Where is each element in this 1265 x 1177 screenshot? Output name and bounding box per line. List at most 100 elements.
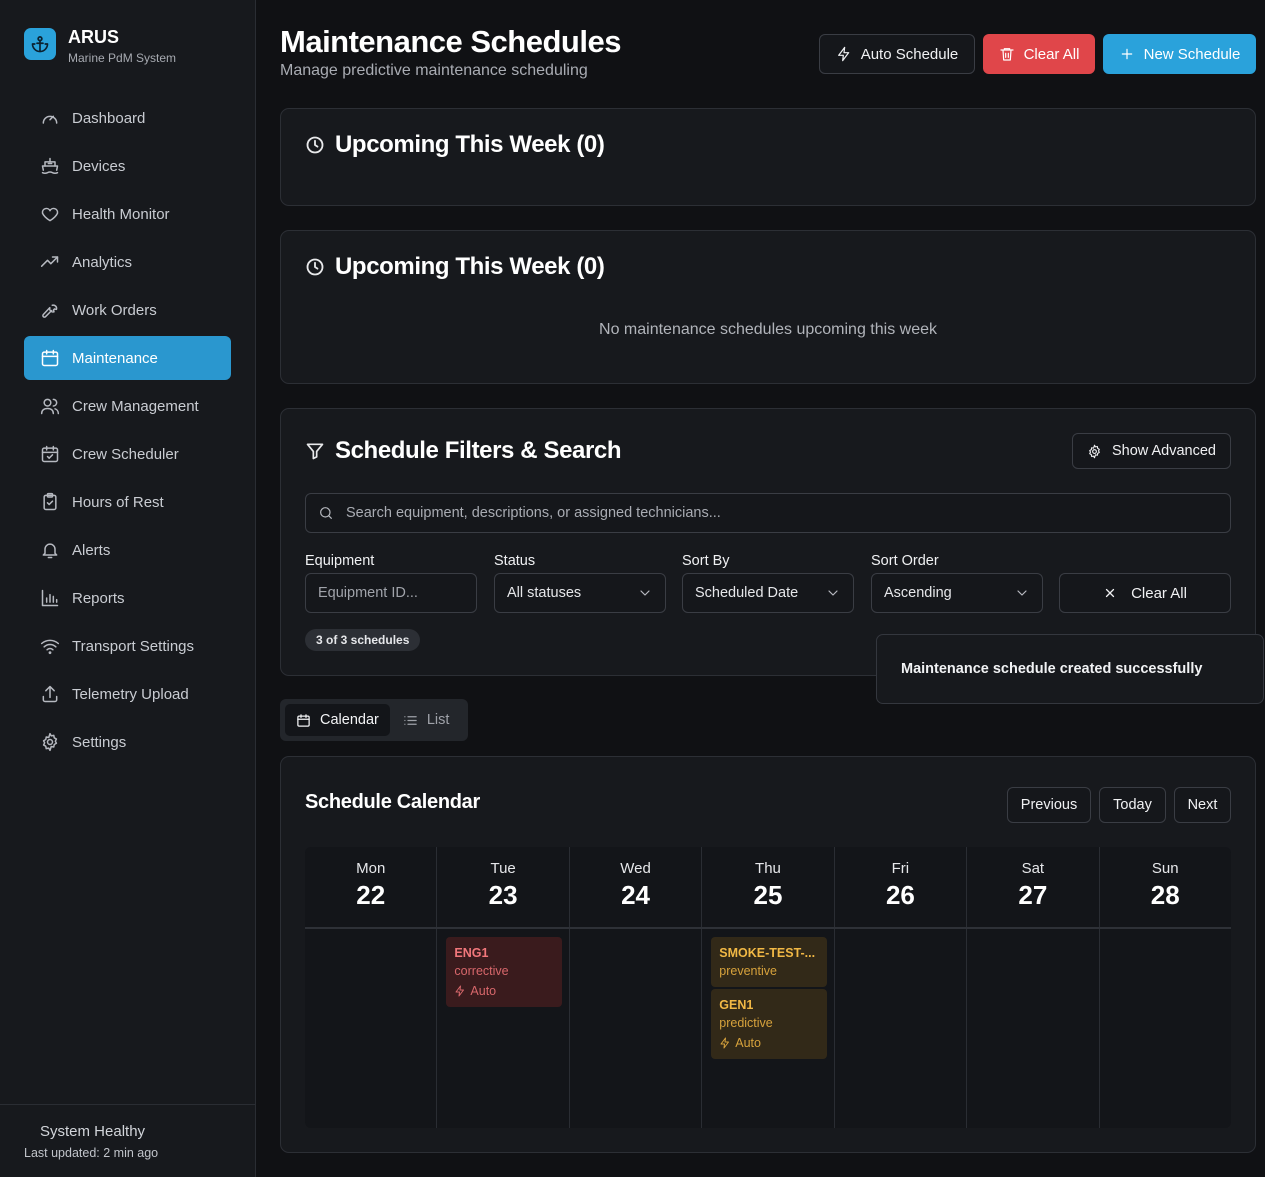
calendar-header-row: Mon 22 Tue 23 Wed 24 Thu 25 Fri 26 Sat 2… [305, 847, 1231, 929]
status-select[interactable]: All statuses [494, 573, 666, 613]
day-header: Sat 27 [967, 847, 1100, 927]
success-toast[interactable]: Maintenance schedule created successfull… [876, 634, 1264, 704]
sidebar-item-crew-management[interactable]: Crew Management [24, 384, 231, 428]
status-label: Status [494, 553, 536, 569]
clear-filters-label: Clear All [1131, 584, 1187, 602]
upload-icon [40, 684, 60, 704]
day-number: 25 [753, 880, 783, 910]
day-header: Mon 22 [305, 847, 438, 927]
event-equipment: SMOKE-TEST-... [719, 946, 816, 960]
tab-list-label: List [426, 712, 450, 728]
sidebar-item-crew-scheduler[interactable]: Crew Scheduler [24, 432, 231, 476]
equipment-label: Equipment [305, 553, 375, 569]
show-advanced-label: Show Advanced [1112, 443, 1216, 459]
chevron-down-icon [825, 585, 841, 601]
tab-calendar-label: Calendar [320, 712, 379, 728]
status-value: All statuses [507, 585, 582, 601]
sidebar-item-label: Crew Scheduler [72, 445, 179, 463]
search-input[interactable] [346, 505, 1230, 521]
ship-icon [40, 156, 60, 176]
schedule-calendar-card: Schedule Calendar Previous Today Next Mo… [280, 756, 1256, 1153]
next-week-button[interactable]: Next [1174, 787, 1231, 823]
sort-order-select[interactable]: Ascending [871, 573, 1043, 613]
schedule-event[interactable]: GEN1 predictive Auto [711, 989, 828, 1059]
day-cell-sat[interactable] [967, 929, 1100, 1128]
calendar-title: Schedule Calendar [305, 791, 480, 813]
day-name: Thu [755, 860, 781, 877]
bell-icon [40, 540, 60, 560]
gear-icon [1087, 444, 1102, 459]
search-field[interactable] [305, 493, 1231, 533]
sidebar-item-dashboard[interactable]: Dashboard [24, 96, 231, 140]
calendar-check-icon [40, 444, 60, 464]
zap-icon [836, 46, 852, 62]
day-cell-thu[interactable]: SMOKE-TEST-... preventive GEN1 predictiv… [702, 929, 835, 1128]
plus-icon [1119, 46, 1135, 62]
calendar-icon [296, 713, 311, 728]
sidebar-item-transport-settings[interactable]: Transport Settings [24, 624, 231, 668]
sidebar-item-settings[interactable]: Settings [24, 720, 231, 764]
tab-list[interactable]: List [392, 704, 461, 736]
sidebar-item-telemetry-upload[interactable]: Telemetry Upload [24, 672, 231, 716]
schedule-event[interactable]: SMOKE-TEST-... preventive [711, 937, 828, 987]
day-cell-mon[interactable] [305, 929, 438, 1128]
day-number: 23 [488, 880, 518, 910]
list-icon [403, 713, 418, 728]
clear-filters-button[interactable]: Clear All [1059, 573, 1231, 613]
new-schedule-label: New Schedule [1143, 45, 1241, 63]
calendar-icon [40, 348, 60, 368]
view-toggle: Calendar List [280, 699, 468, 741]
filters-title: Schedule Filters & Search [305, 437, 622, 465]
system-status-footer: System Healthy Last updated: 2 min ago [0, 1104, 256, 1177]
brand-name: ARUS [68, 27, 120, 47]
auto-schedule-button[interactable]: Auto Schedule [819, 34, 975, 74]
chevron-down-icon [1014, 585, 1030, 601]
sidebar-item-health-monitor[interactable]: Health Monitor [24, 192, 231, 236]
sidebar-item-maintenance[interactable]: Maintenance [24, 336, 231, 380]
day-cell-wed[interactable] [570, 929, 703, 1128]
day-cell-tue[interactable]: ENG1 corrective Auto [437, 929, 570, 1128]
sidebar-item-reports[interactable]: Reports [24, 576, 231, 620]
today-button[interactable]: Today [1099, 787, 1166, 823]
day-header: Fri 26 [835, 847, 968, 927]
sidebar-item-devices[interactable]: Devices [24, 144, 231, 188]
previous-week-button[interactable]: Previous [1007, 787, 1091, 823]
clipboard-check-icon [40, 492, 60, 512]
day-cell-fri[interactable] [835, 929, 968, 1128]
auto-schedule-label: Auto Schedule [860, 45, 959, 63]
clock-icon [305, 135, 325, 155]
tab-calendar[interactable]: Calendar [285, 704, 390, 736]
event-type: corrective [454, 964, 509, 978]
sort-by-select[interactable]: Scheduled Date [682, 573, 854, 613]
day-cell-sun[interactable] [1100, 929, 1231, 1128]
sort-by-value: Scheduled Date [695, 585, 799, 601]
sidebar-item-label: Devices [72, 157, 126, 175]
sidebar-item-hours-of-rest[interactable]: Hours of Rest [24, 480, 231, 524]
zap-icon [719, 1037, 731, 1049]
sidebar-item-analytics[interactable]: Analytics [24, 240, 231, 284]
day-number: 24 [621, 880, 651, 910]
equipment-input[interactable] [318, 585, 464, 601]
day-header: Thu 25 [702, 847, 835, 927]
sidebar-item-label: Telemetry Upload [72, 685, 189, 703]
sidebar-item-label: Alerts [72, 541, 111, 559]
clear-all-button[interactable]: Clear All [983, 34, 1095, 74]
sort-order-label: Sort Order [871, 553, 939, 569]
day-name: Fri [891, 860, 910, 877]
sidebar-nav: Dashboard Devices Health Monitor Analyti… [24, 96, 231, 768]
sidebar-item-work-orders[interactable]: Work Orders [24, 288, 231, 332]
day-header: Wed 24 [570, 847, 703, 927]
new-schedule-button[interactable]: New Schedule [1103, 34, 1256, 74]
show-advanced-button[interactable]: Show Advanced [1072, 433, 1231, 469]
equipment-field[interactable] [305, 573, 477, 613]
schedule-event[interactable]: ENG1 corrective Auto [446, 937, 563, 1007]
trash-icon [999, 46, 1015, 62]
sidebar-item-label: Work Orders [72, 301, 157, 319]
day-name: Mon [356, 860, 386, 877]
sidebar-item-alerts[interactable]: Alerts [24, 528, 231, 572]
wifi-icon [40, 636, 60, 656]
event-equipment: ENG1 [454, 946, 489, 960]
day-name: Wed [620, 860, 651, 877]
filter-icon [305, 441, 325, 461]
sort-order-value: Ascending [884, 585, 952, 601]
